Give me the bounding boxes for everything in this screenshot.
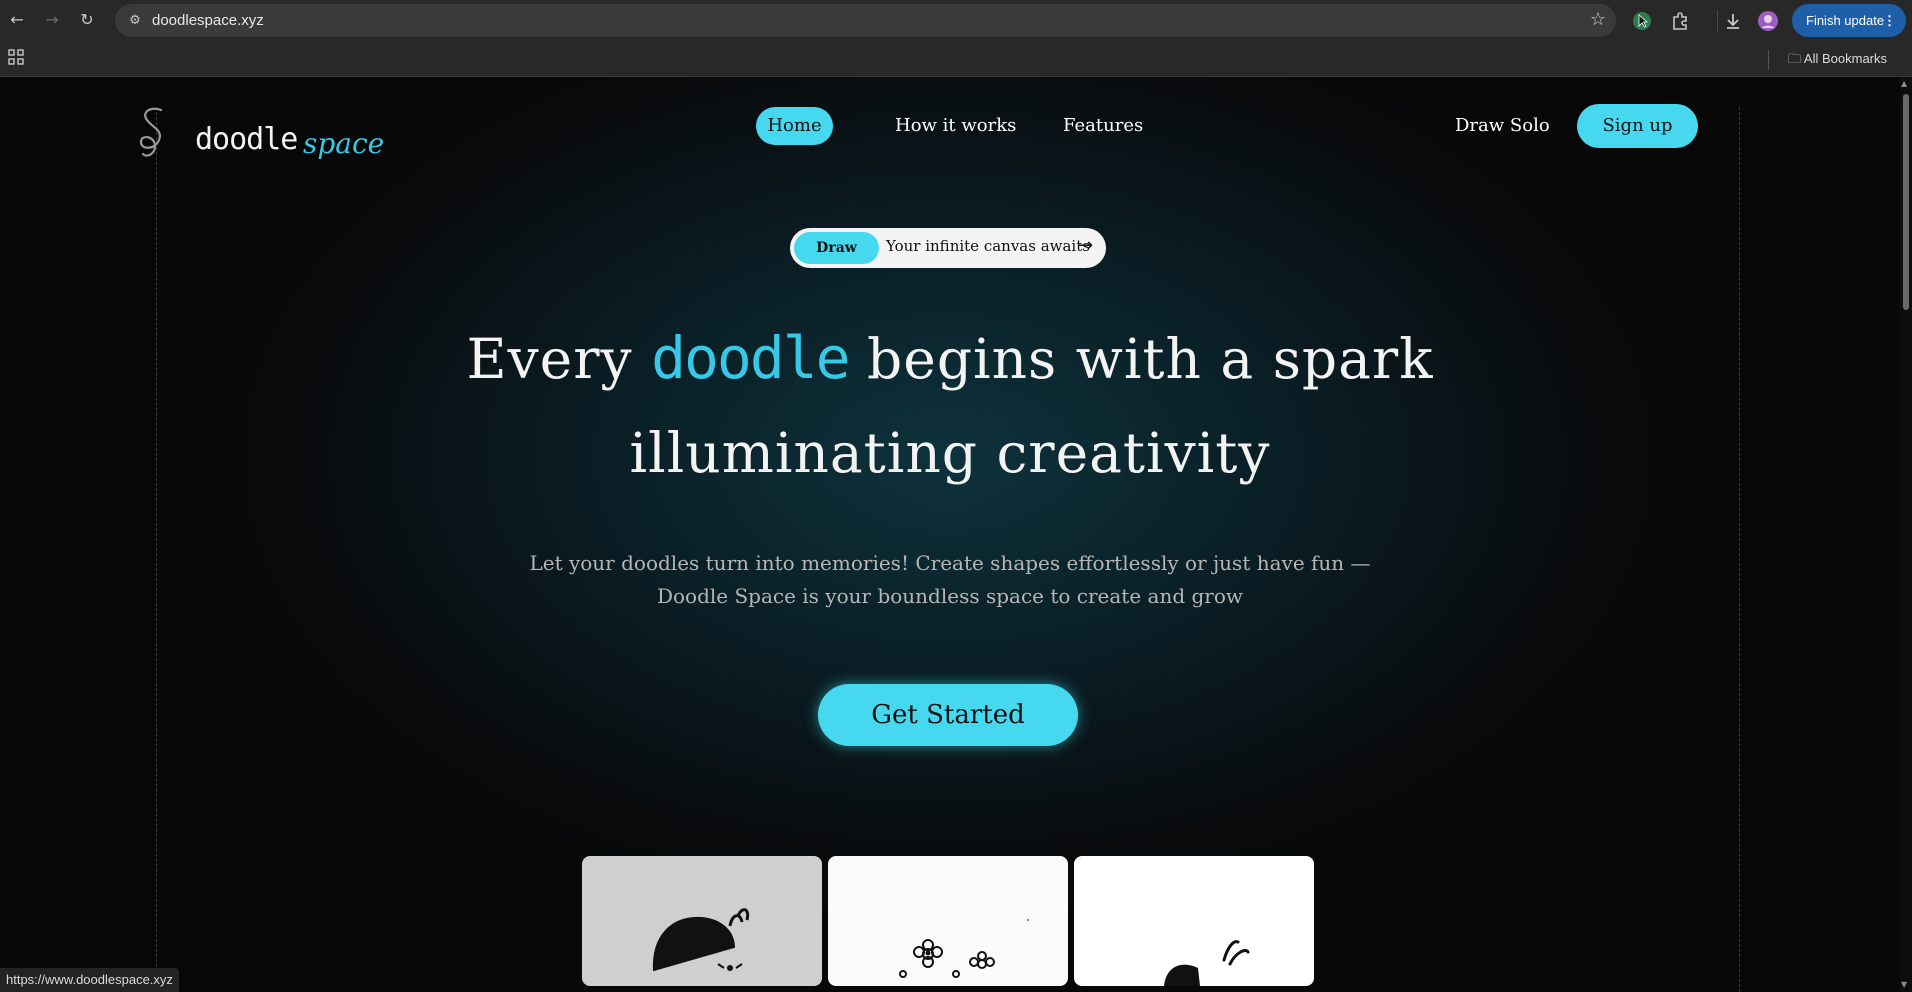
browser-toolbar: ← → ↻ ⚙ doodlespace.xyz ☆ Finish update … bbox=[0, 0, 1912, 41]
draw-tag: Draw bbox=[794, 232, 879, 264]
doodle-preview-card-bird[interactable] bbox=[1074, 856, 1314, 986]
hero-title-pre: Every bbox=[466, 327, 652, 391]
doodle-preview-card-girl[interactable] bbox=[582, 856, 822, 986]
address-bar[interactable]: ⚙ doodlespace.xyz ☆ bbox=[115, 4, 1616, 37]
nav-how-it-works[interactable]: How it works bbox=[895, 107, 1016, 145]
scrollbar-thumb[interactable] bbox=[1903, 94, 1909, 310]
logo-word: doodle bbox=[195, 122, 298, 157]
toolbar-divider bbox=[1717, 10, 1718, 32]
get-started-button[interactable]: Get Started bbox=[818, 684, 1078, 746]
hero-subtitle-line1: Let your doodles turn into memories! Cre… bbox=[529, 551, 1371, 575]
signup-button[interactable]: Sign up bbox=[1577, 104, 1698, 148]
girl-doodle-icon bbox=[652, 908, 750, 972]
flowers-doodle-icon bbox=[899, 919, 1029, 978]
finish-update-button[interactable]: Finish update ⋮ bbox=[1792, 4, 1906, 37]
logo-squiggle-icon bbox=[139, 107, 163, 157]
site-settings-icon[interactable]: ⚙ bbox=[125, 11, 145, 31]
more-menu-icon: ⋮ bbox=[1883, 13, 1896, 28]
back-arrow-icon[interactable]: ← bbox=[6, 9, 28, 31]
extension-cursor-icon[interactable] bbox=[1630, 9, 1654, 33]
reload-icon[interactable]: ↻ bbox=[76, 9, 98, 31]
folder-icon: 🗀 bbox=[1788, 51, 1802, 66]
all-bookmarks-button[interactable]: 🗀 All Bookmarks bbox=[1788, 50, 1887, 72]
pill-text: Your infinite canvas awaits bbox=[886, 237, 1090, 255]
hero-title-accent: doodle bbox=[651, 324, 851, 392]
scroll-up-arrow-icon[interactable]: ▲ bbox=[1901, 79, 1907, 88]
bookmark-star-icon[interactable]: ☆ bbox=[1590, 9, 1606, 30]
draw-solo-link[interactable]: Draw Solo bbox=[1455, 107, 1550, 145]
bookmarks-bar: 🗀 All Bookmarks bbox=[0, 41, 1912, 77]
nav-features[interactable]: Features bbox=[1063, 107, 1143, 145]
download-icon[interactable] bbox=[1721, 9, 1745, 33]
hero-title-line1: Every doodle begins with a spark bbox=[0, 324, 1900, 392]
hero-subtitle-line2: Doodle Space is your boundless space to … bbox=[656, 584, 1244, 608]
extensions-puzzle-icon[interactable] bbox=[1668, 9, 1692, 33]
link-status-url: https://www.doodlespace.xyz bbox=[0, 968, 179, 992]
nav-home[interactable]: Home bbox=[756, 107, 833, 145]
apps-grid-icon[interactable] bbox=[8, 49, 24, 69]
page-content: doodle space Home How it works Features … bbox=[0, 77, 1900, 992]
logo-accent-word: space bbox=[303, 127, 385, 160]
forward-arrow-icon[interactable]: → bbox=[41, 9, 63, 31]
bird-doodle-icon bbox=[1164, 940, 1250, 986]
hero-title-line2: illuminating creativity bbox=[629, 421, 1271, 485]
profile-avatar-icon[interactable] bbox=[1756, 9, 1780, 33]
hero-title-post: begins with a spark bbox=[848, 327, 1434, 391]
arrow-right-icon: → bbox=[1078, 235, 1094, 256]
finish-update-label: Finish update bbox=[1806, 13, 1885, 28]
doodle-preview-card-flowers[interactable] bbox=[828, 856, 1068, 986]
url-text[interactable]: doodlespace.xyz bbox=[152, 12, 264, 29]
scroll-down-arrow-icon[interactable]: ▼ bbox=[1901, 980, 1907, 989]
all-bookmarks-label: All Bookmarks bbox=[1803, 51, 1887, 66]
bookmarks-divider bbox=[1768, 50, 1769, 70]
canvas-announcement-pill[interactable]: Draw Your infinite canvas awaits → bbox=[790, 228, 1106, 268]
